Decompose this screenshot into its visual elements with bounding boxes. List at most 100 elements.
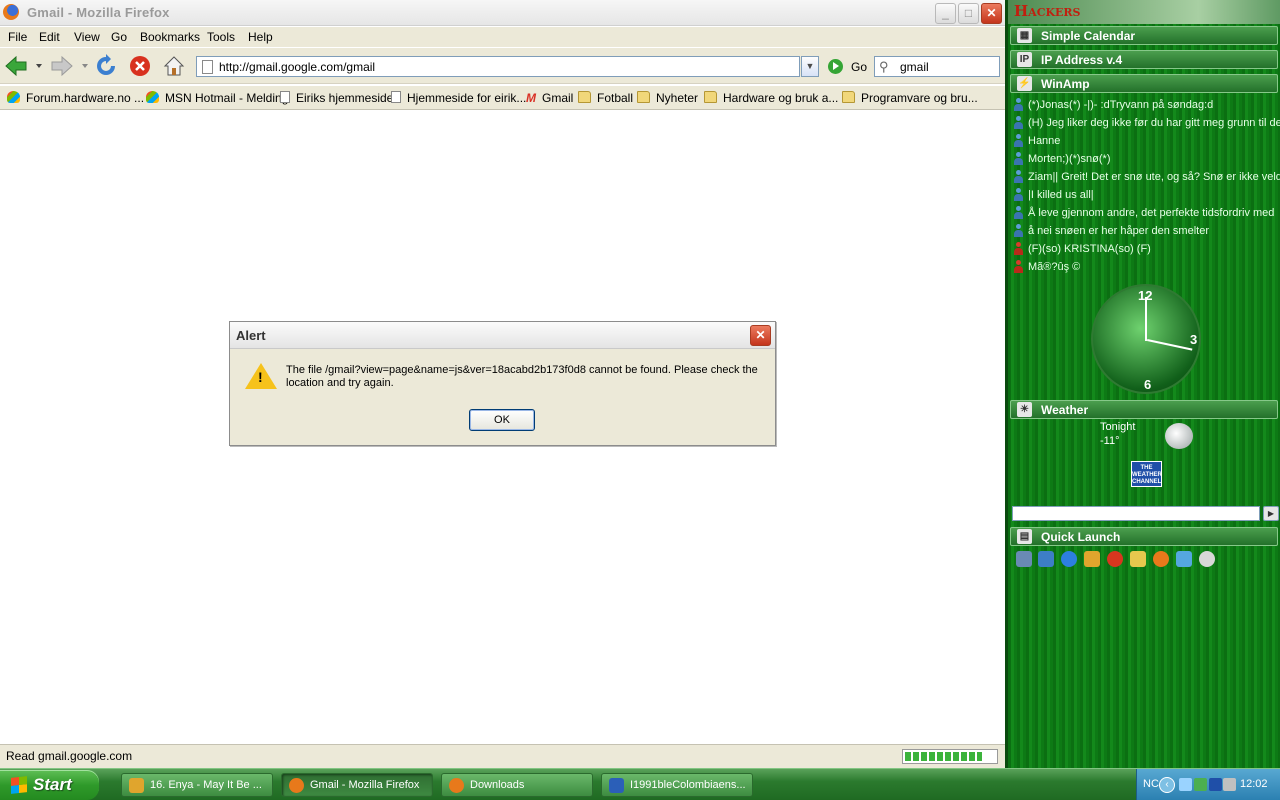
desktop-sidebar: Hackers ▦ Simple Calendar IP IP Address … <box>1005 0 1280 768</box>
alert-dialog: Alert ✕ ! The file /gmail?view=page&name… <box>229 321 776 446</box>
gadget-weather[interactable]: ☀ Weather <box>1010 400 1278 419</box>
gadget-title: IP Address v.4 <box>1041 53 1123 67</box>
bookmark-programvare[interactable]: Programvare og bru... <box>842 91 978 105</box>
firefox-icon <box>449 778 464 793</box>
clock-time[interactable]: 12:02 <box>1240 778 1268 790</box>
brand-label: Hackers <box>1014 2 1081 20</box>
menu-view[interactable]: View <box>74 30 100 44</box>
warning-icon: ! <box>245 363 277 389</box>
sidebar-search-input[interactable] <box>1012 506 1260 521</box>
display-icon[interactable] <box>1209 778 1222 791</box>
back-icon[interactable] <box>4 54 28 78</box>
go-button[interactable]: Go <box>828 58 870 76</box>
title-bar[interactable]: Gmail - Mozilla Firefox _ □ ✕ <box>0 0 1005 26</box>
bookmark-gmail[interactable]: M Gmail <box>526 91 573 105</box>
contact-icon <box>1013 116 1024 129</box>
gadget-quick-launch[interactable]: ▤ Quick Launch <box>1010 527 1278 546</box>
security-icon[interactable] <box>1194 778 1207 791</box>
contact-icon <box>1013 188 1024 201</box>
ok-button[interactable]: OK <box>469 409 535 431</box>
analog-clock: 12 3 6 <box>1091 284 1201 394</box>
close-button[interactable]: ✕ <box>981 3 1002 24</box>
media-icon[interactable] <box>1199 551 1215 567</box>
gadget-ip-address[interactable]: IP IP Address v.4 <box>1010 50 1278 69</box>
calendar-icon: ▦ <box>1017 28 1032 43</box>
contact-icon <box>1013 170 1024 183</box>
bookmark-eiriks-hjemmeside[interactable]: Eiriks hjemmeside <box>280 91 393 105</box>
stop-icon[interactable] <box>128 54 152 78</box>
menu-edit[interactable]: Edit <box>39 30 60 44</box>
taskbar-button-firefox[interactable]: Gmail - Mozilla Firefox <box>281 773 433 797</box>
maximize-button[interactable]: □ <box>958 3 979 24</box>
bookmark-msn-hotmail[interactable]: MSN Hotmail - Melding <box>146 91 288 105</box>
language-indicator[interactable]: NC <box>1143 778 1159 790</box>
bookmark-nyheter[interactable]: Nyheter <box>637 91 698 105</box>
contact-icon <box>1013 134 1024 147</box>
list-item[interactable]: (*)Jonas(*) -|)- :dTryvann på søndag:d <box>1012 96 1280 114</box>
taskbar-button-winamp[interactable]: 16. Enya - May It Be ... <box>121 773 273 797</box>
menu-help[interactable]: Help <box>248 30 273 44</box>
minimize-button[interactable]: _ <box>935 3 956 24</box>
list-item[interactable]: Morten;)(*)snø(*) <box>1012 150 1280 168</box>
list-item[interactable]: Ziam|| Greit! Det er snø ute, og så? Snø… <box>1012 168 1280 186</box>
winamp-launch-icon[interactable] <box>1084 551 1100 567</box>
taskbar-button-downloads[interactable]: Downloads <box>441 773 593 797</box>
bookmark-hjemmeside-eirik[interactable]: Hjemmeside for eirik... <box>391 91 526 105</box>
firefox-launch-icon[interactable] <box>1153 551 1169 567</box>
go-icon <box>828 59 843 74</box>
weather-temperature: -11° <box>1100 435 1120 447</box>
list-item[interactable]: Hanne <box>1012 132 1280 150</box>
folder-icon <box>578 91 591 103</box>
explorer-icon[interactable] <box>1038 551 1054 567</box>
clock-minute-hand <box>1145 297 1147 341</box>
alert-title: Alert <box>236 328 266 343</box>
url-dropdown-button[interactable]: ▼ <box>801 56 819 77</box>
sidebar-go-button[interactable]: ▶ <box>1263 506 1279 521</box>
contact-icon <box>1013 152 1024 165</box>
list-item[interactable]: Mã®?ûş © <box>1012 258 1280 276</box>
search-value: gmail <box>900 60 929 74</box>
volume-icon[interactable] <box>1223 778 1236 791</box>
contact-icon <box>1013 206 1024 219</box>
window-title: Gmail - Mozilla Firefox <box>27 5 170 20</box>
bookmark-hardware-bruk[interactable]: Hardware og bruk a... <box>704 91 838 105</box>
menu-file[interactable]: File <box>8 30 27 44</box>
list-item[interactable]: Å leve gjennom andre, det perfekte tidsf… <box>1012 204 1280 222</box>
forward-dropdown-icon[interactable] <box>80 54 90 78</box>
ladybug-icon[interactable] <box>1107 551 1123 567</box>
menu-go[interactable]: Go <box>111 30 127 44</box>
start-button[interactable]: Start <box>0 770 99 800</box>
search-box[interactable]: ⚲ gmail <box>874 56 1000 77</box>
back-dropdown-icon[interactable] <box>34 54 44 78</box>
contact-icon <box>1013 224 1024 237</box>
go-label: Go <box>851 60 868 74</box>
menu-bookmarks[interactable]: Bookmarks <box>140 30 200 44</box>
list-item[interactable]: (F)(so) KRISTINA(so) (F) <box>1012 240 1280 258</box>
internet-explorer-icon[interactable] <box>1061 551 1077 567</box>
alert-message: The file /gmail?view=page&name=js&ver=18… <box>286 364 758 389</box>
alert-title-bar[interactable]: Alert ✕ <box>230 322 775 349</box>
show-desktop-icon[interactable] <box>1016 551 1032 567</box>
list-item[interactable]: (H) Jeg liker deg ikke før du har gitt m… <box>1012 114 1280 132</box>
bookmark-forum-hardware[interactable]: Forum.hardware.no ... <box>7 91 144 105</box>
gadget-winamp[interactable]: ⚡ WinAmp <box>1010 74 1278 93</box>
reload-icon[interactable] <box>94 54 118 78</box>
gmail-icon: M <box>526 91 536 105</box>
folder-icon[interactable] <box>1130 551 1146 567</box>
home-icon[interactable] <box>162 54 186 78</box>
list-item[interactable]: |I killed us all| <box>1012 186 1280 204</box>
document-icon[interactable] <box>1176 551 1192 567</box>
url-bar[interactable]: http://gmail.google.com/gmail <box>196 56 800 77</box>
list-item[interactable]: å nei snøen er her håper den smelter <box>1012 222 1280 240</box>
gadget-simple-calendar[interactable]: ▦ Simple Calendar <box>1010 26 1278 45</box>
tray-expand-icon[interactable]: ‹ <box>1159 777 1175 793</box>
taskbar-button-word[interactable]: I1991bleColombiaens... <box>601 773 753 797</box>
start-label: Start <box>33 775 72 794</box>
weather-channel-logo[interactable]: THE WEATHER CHANNEL <box>1131 461 1162 487</box>
quick-launch-icon: ▤ <box>1017 529 1032 544</box>
alert-close-button[interactable]: ✕ <box>750 325 771 346</box>
bookmark-fotball[interactable]: Fotball <box>578 91 633 105</box>
network-icon[interactable] <box>1179 778 1192 791</box>
forward-icon[interactable] <box>50 54 74 78</box>
menu-tools[interactable]: Tools <box>207 30 235 44</box>
